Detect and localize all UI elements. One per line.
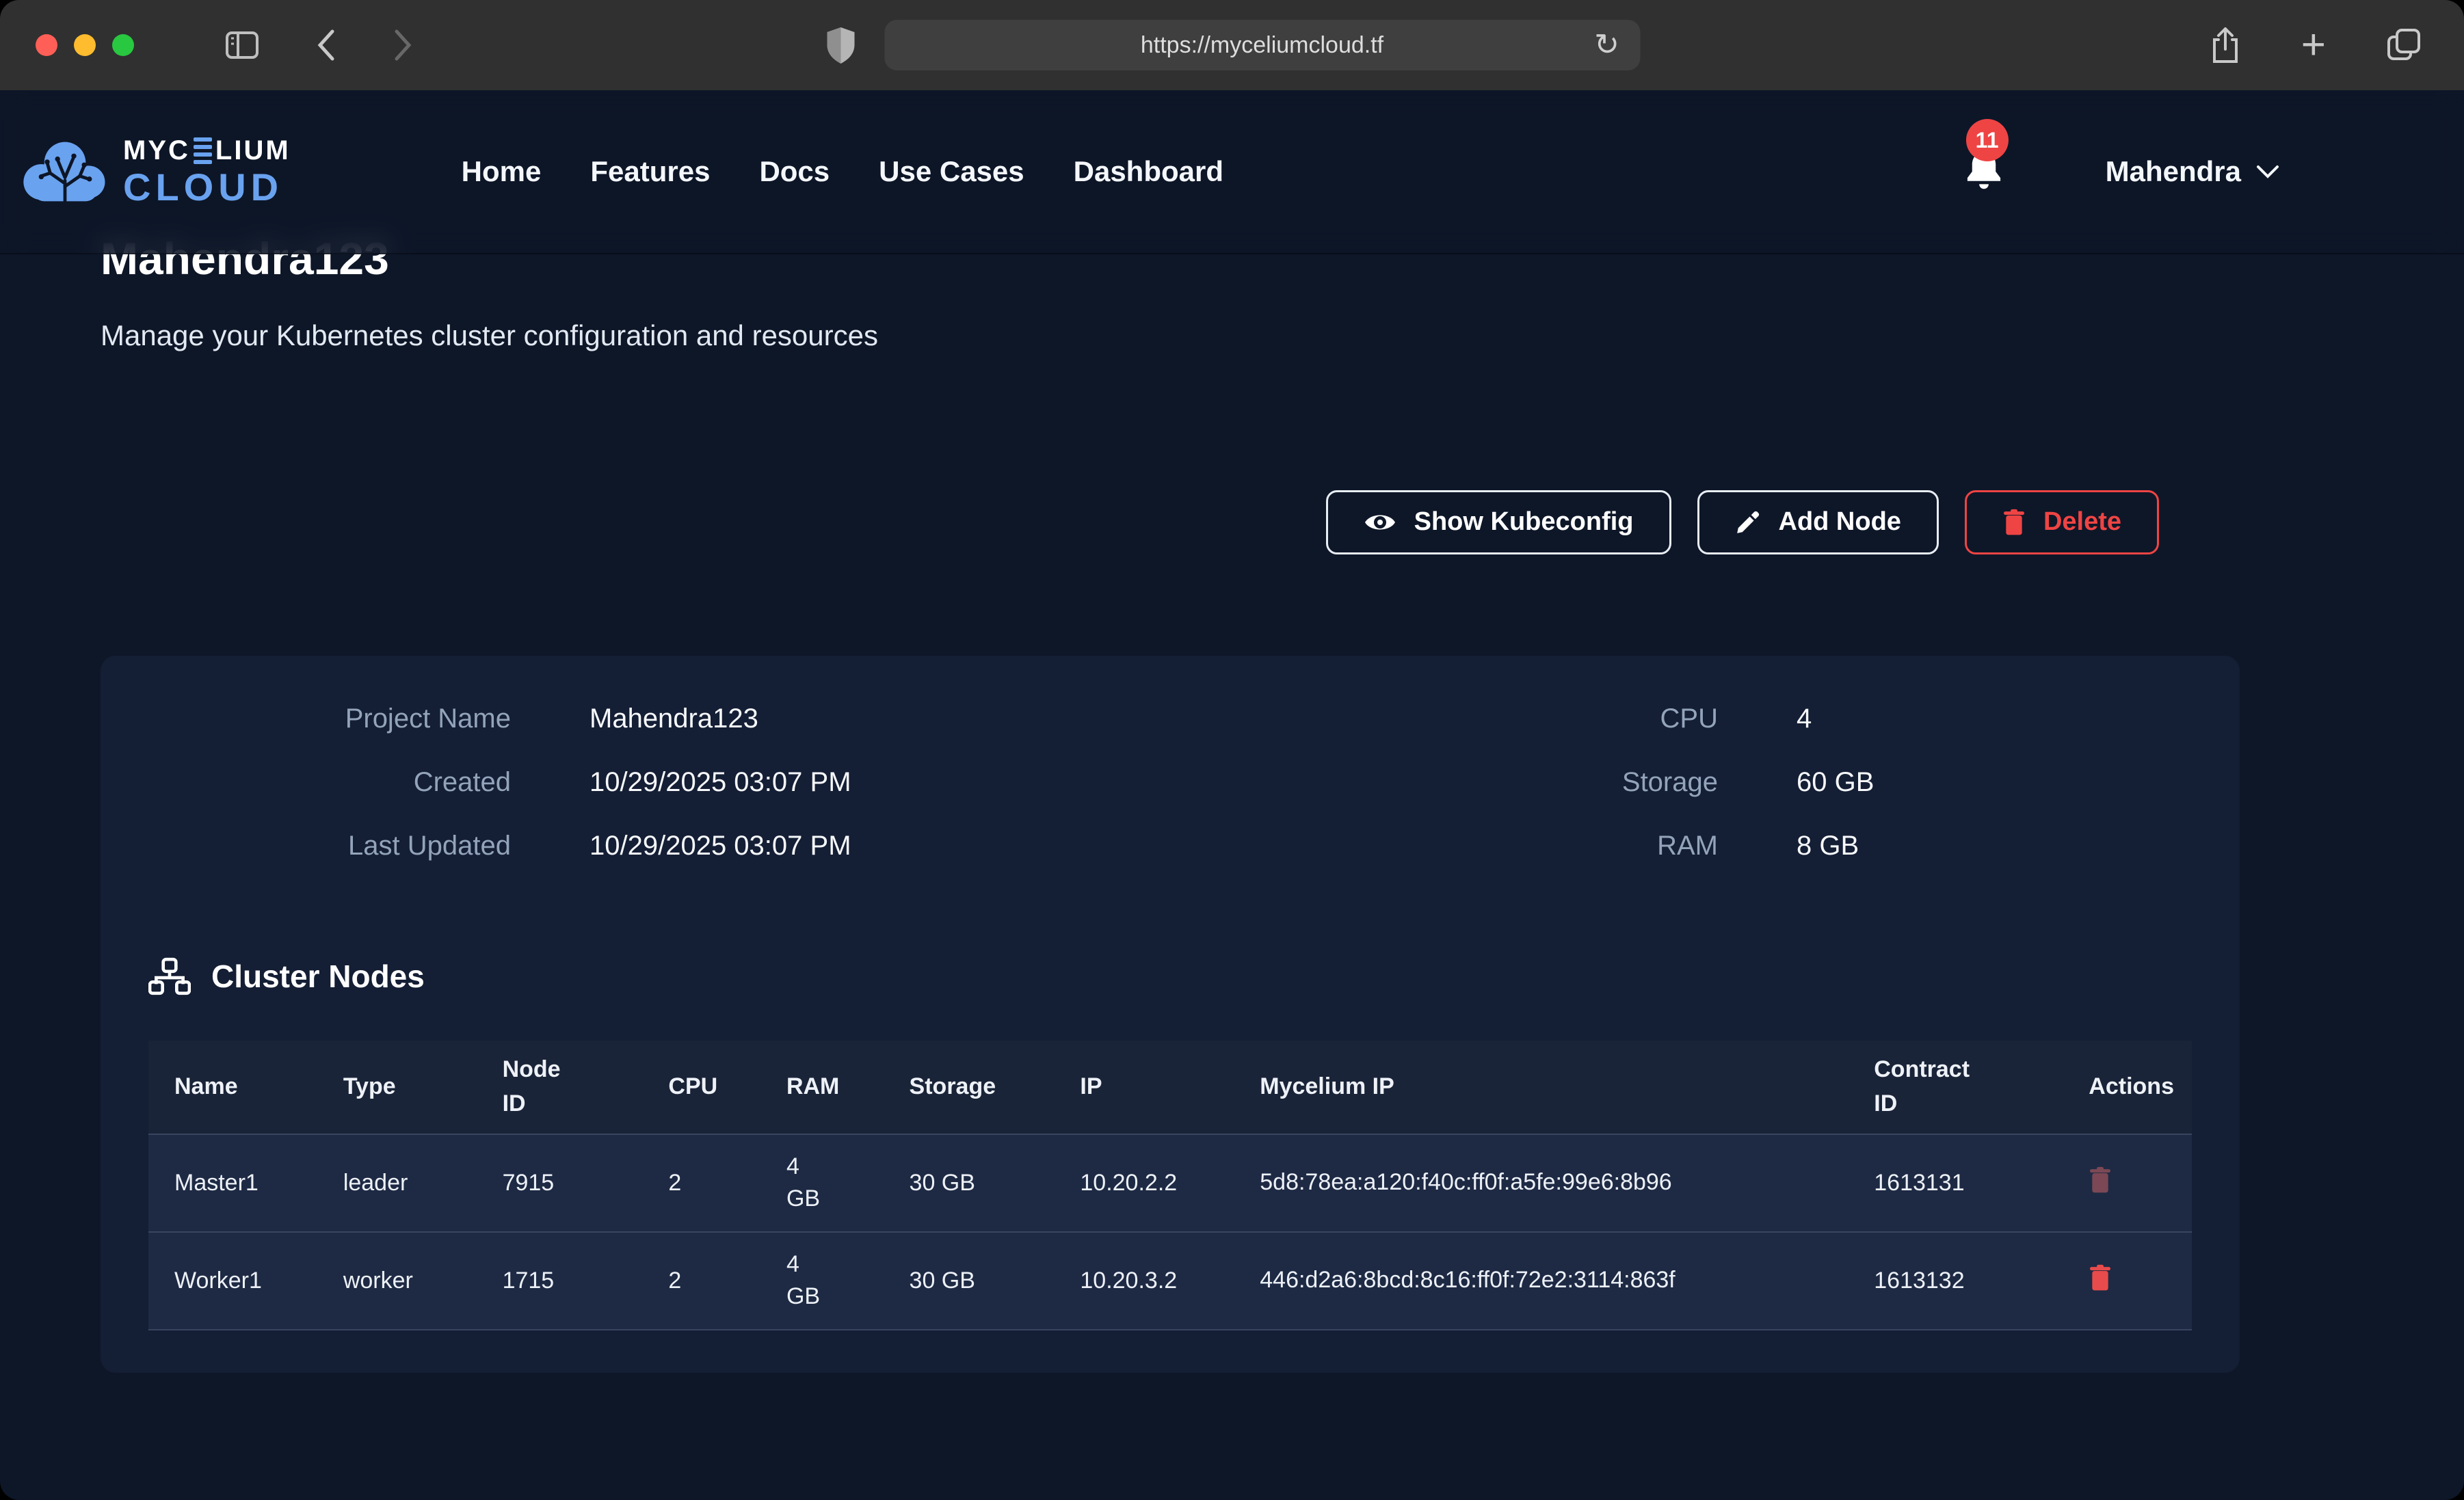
user-menu[interactable]: Mahendra bbox=[2106, 155, 2279, 188]
col-type: Type bbox=[317, 1041, 477, 1134]
node-mycelium-ip: 446:d2a6:8bcd:8c16:ff0f:72e2:3114:863f bbox=[1234, 1232, 1848, 1330]
minimize-window-button[interactable] bbox=[74, 34, 96, 56]
stylized-e-glyph bbox=[194, 137, 212, 164]
notifications-button[interactable]: 11 bbox=[1965, 150, 2003, 193]
cpu-label: CPU bbox=[1499, 704, 1718, 734]
node-cpu: 2 bbox=[642, 1134, 760, 1232]
address-bar[interactable]: https://myceliumcloud.tf ↻ bbox=[884, 20, 1640, 70]
node-ip: 10.20.2.2 bbox=[1054, 1134, 1234, 1232]
node-type: leader bbox=[317, 1134, 477, 1232]
share-icon[interactable] bbox=[2208, 25, 2242, 66]
network-nodes-icon bbox=[148, 957, 191, 995]
delete-node-button[interactable] bbox=[2089, 1264, 2112, 1291]
table-row: Master1 leader 7915 2 4 GB 30 GB 10.20.2… bbox=[148, 1134, 2192, 1232]
tab-overview-icon[interactable] bbox=[2385, 26, 2423, 64]
table-row: Worker1 worker 1715 2 4 GB 30 GB 10.20.3… bbox=[148, 1232, 2192, 1330]
zoom-window-button[interactable] bbox=[112, 34, 134, 56]
col-actions: Actions bbox=[2063, 1041, 2192, 1134]
node-contract-id: 1613132 bbox=[1848, 1232, 2063, 1330]
col-name: Name bbox=[148, 1041, 317, 1134]
cluster-info-panel: Project Name Mahendra123 CPU 4 Created 1… bbox=[101, 656, 2240, 1373]
node-name: Master1 bbox=[148, 1134, 317, 1232]
user-name: Mahendra bbox=[2106, 155, 2241, 188]
cluster-nodes-table: Name Type Node ID CPU RAM Storage IP Myc… bbox=[148, 1041, 2192, 1330]
cluster-nodes-heading: Cluster Nodes bbox=[148, 957, 2192, 995]
add-node-button[interactable]: Add Node bbox=[1697, 490, 1939, 554]
storage-label: Storage bbox=[1499, 767, 1718, 798]
nav-link-use-cases[interactable]: Use Cases bbox=[879, 155, 1024, 188]
node-ram: 4 GB bbox=[760, 1232, 884, 1330]
node-mycelium-ip: 5d8:78ea:a120:f40c:ff0f:a5fe:99e6:8b96 bbox=[1234, 1134, 1848, 1232]
node-storage: 30 GB bbox=[884, 1134, 1055, 1232]
cluster-detail-page: Mahendra123 Manage your Kubernetes clust… bbox=[0, 234, 2464, 1373]
col-contract-id: Contract ID bbox=[1848, 1041, 2063, 1134]
project-info-grid: Project Name Mahendra123 CPU 4 Created 1… bbox=[148, 704, 2192, 861]
node-cpu: 2 bbox=[642, 1232, 760, 1330]
nav-link-features[interactable]: Features bbox=[590, 155, 710, 188]
node-ip: 10.20.3.2 bbox=[1054, 1232, 1234, 1330]
col-mycelium-ip: Mycelium IP bbox=[1234, 1041, 1848, 1134]
ram-value: 8 GB bbox=[1797, 831, 2192, 861]
cluster-actions: Show Kubeconfig Add Node Delete bbox=[0, 490, 2159, 554]
delete-cluster-button[interactable]: Delete bbox=[1965, 490, 2159, 554]
sidebar-toggle-icon[interactable] bbox=[223, 29, 261, 62]
col-ram: RAM bbox=[760, 1041, 884, 1134]
nav-links: Home Features Docs Use Cases Dashboard bbox=[462, 155, 1223, 188]
table-header-row: Name Type Node ID CPU RAM Storage IP Myc… bbox=[148, 1041, 2192, 1134]
col-storage: Storage bbox=[884, 1041, 1055, 1134]
browser-chrome: https://myceliumcloud.tf ↻ + bbox=[0, 0, 2464, 90]
brand-word-mycelium: MYCLIUM bbox=[123, 137, 291, 164]
close-window-button[interactable] bbox=[36, 34, 57, 56]
new-tab-icon[interactable]: + bbox=[2301, 24, 2326, 66]
trash-icon bbox=[2002, 509, 2026, 536]
col-node-id: Node ID bbox=[477, 1041, 643, 1134]
created-label: Created bbox=[148, 767, 511, 798]
privacy-shield-icon[interactable] bbox=[824, 25, 857, 65]
trash-icon bbox=[2089, 1264, 2112, 1291]
node-id: 7915 bbox=[477, 1134, 643, 1232]
node-actions bbox=[2063, 1232, 2192, 1330]
node-storage: 30 GB bbox=[884, 1232, 1055, 1330]
cpu-value: 4 bbox=[1797, 704, 2192, 734]
node-name: Worker1 bbox=[148, 1232, 317, 1330]
eye-icon bbox=[1364, 511, 1396, 534]
nav-link-home[interactable]: Home bbox=[462, 155, 542, 188]
page-subtitle: Manage your Kubernetes cluster configura… bbox=[101, 319, 2464, 352]
mycelium-cloud-logo-icon bbox=[21, 137, 109, 206]
trash-icon bbox=[2089, 1166, 2112, 1194]
node-type: worker bbox=[317, 1232, 477, 1330]
node-ram: 4 GB bbox=[760, 1134, 884, 1232]
show-kubeconfig-button[interactable]: Show Kubeconfig bbox=[1326, 490, 1671, 554]
node-actions bbox=[2063, 1134, 2192, 1232]
project-name-value: Mahendra123 bbox=[589, 704, 1420, 734]
chevron-down-icon bbox=[2256, 164, 2279, 179]
nav-link-docs[interactable]: Docs bbox=[759, 155, 830, 188]
brand-word-cloud: CLOUD bbox=[123, 168, 291, 206]
col-ip: IP bbox=[1054, 1041, 1234, 1134]
brand-logo[interactable]: MYCLIUM CLOUD bbox=[21, 137, 291, 206]
forward-button[interactable] bbox=[391, 27, 414, 63]
browser-window: https://myceliumcloud.tf ↻ + bbox=[0, 0, 2464, 1500]
notification-count-badge: 11 bbox=[1966, 119, 2009, 161]
last-updated-value: 10/29/2025 03:07 PM bbox=[589, 831, 1420, 861]
last-updated-label: Last Updated bbox=[148, 831, 511, 861]
nav-link-dashboard[interactable]: Dashboard bbox=[1074, 155, 1223, 188]
app-navbar: MYCLIUM CLOUD Home Features Docs Use Cas… bbox=[0, 90, 2464, 254]
back-button[interactable] bbox=[315, 27, 338, 63]
ram-label: RAM bbox=[1499, 831, 1718, 861]
reload-icon[interactable]: ↻ bbox=[1594, 30, 1619, 60]
delete-node-button[interactable] bbox=[2089, 1166, 2112, 1194]
storage-value: 60 GB bbox=[1797, 767, 2192, 798]
col-cpu: CPU bbox=[642, 1041, 760, 1134]
pencil-icon bbox=[1735, 509, 1761, 535]
url-text: https://myceliumcloud.tf bbox=[1141, 32, 1383, 59]
node-contract-id: 1613131 bbox=[1848, 1134, 2063, 1232]
node-id: 1715 bbox=[477, 1232, 643, 1330]
project-name-label: Project Name bbox=[148, 704, 511, 734]
traffic-lights bbox=[36, 34, 134, 56]
created-value: 10/29/2025 03:07 PM bbox=[589, 767, 1420, 798]
